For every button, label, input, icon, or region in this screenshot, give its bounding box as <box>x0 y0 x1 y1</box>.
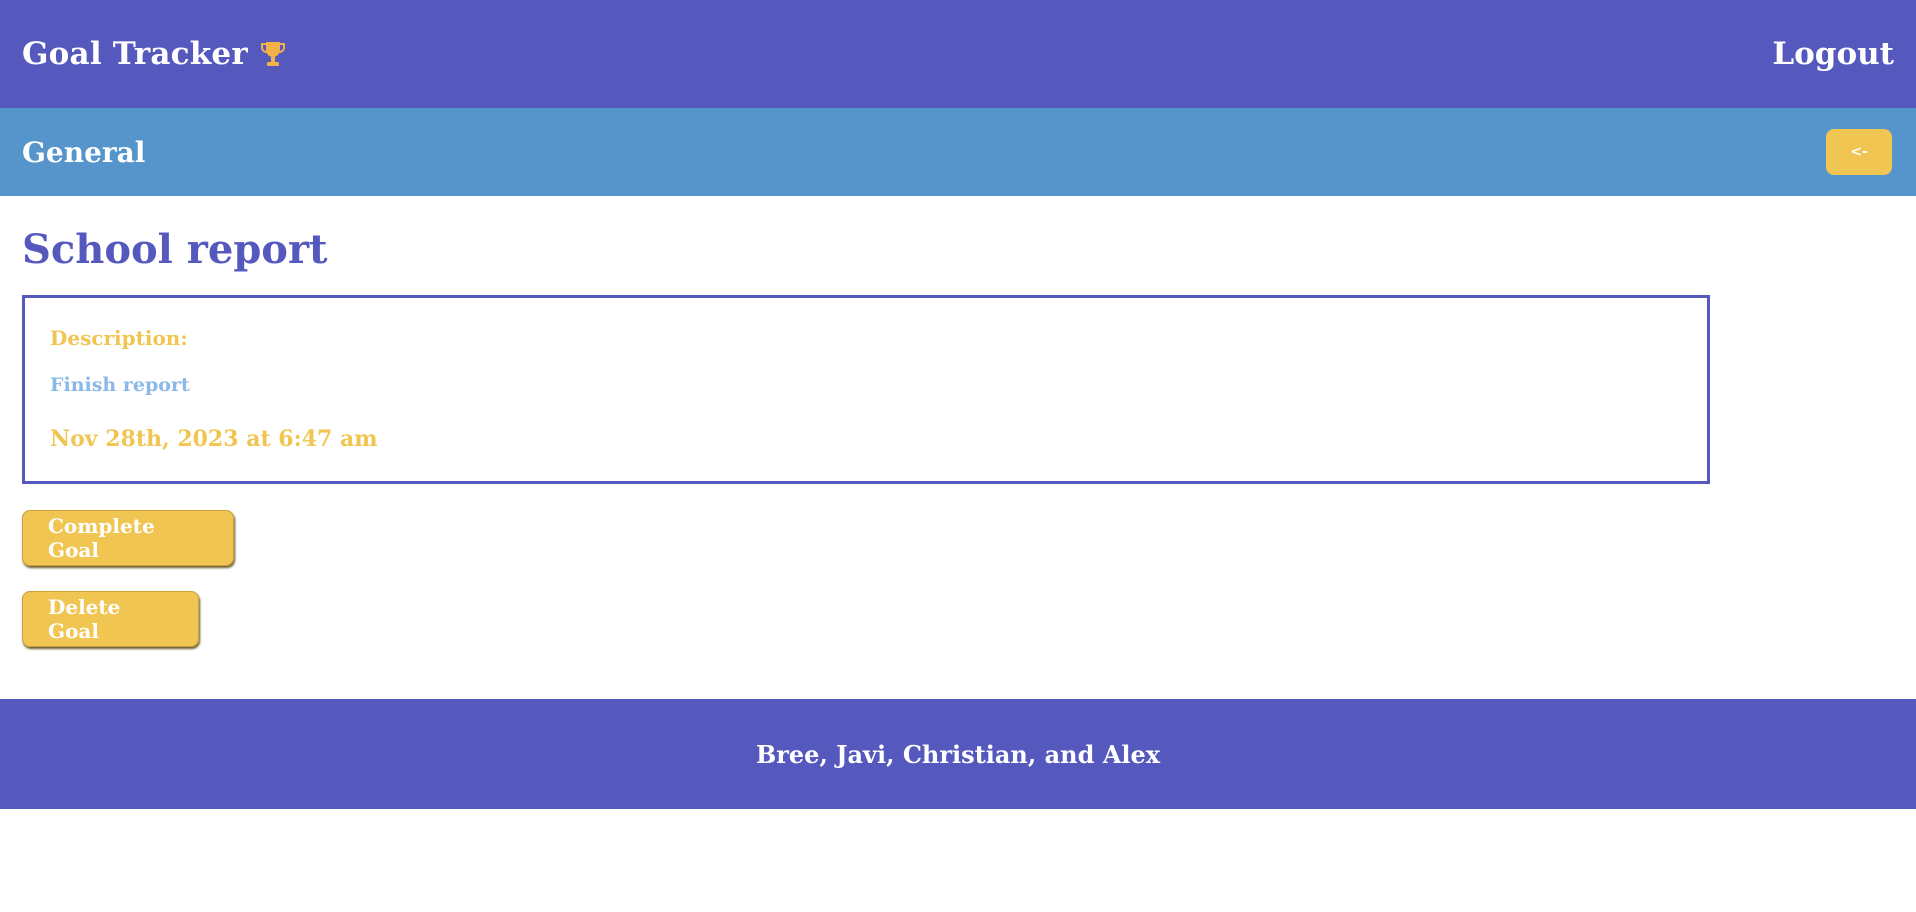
category-title: General <box>22 135 146 169</box>
goal-details-card: Description: Finish report Nov 28th, 202… <box>22 295 1710 484</box>
top-nav-bar: Goal Tracker Logout <box>0 0 1916 108</box>
footer: Bree, Javi, Christian, and Alex <box>0 699 1916 809</box>
description-text: Finish report <box>50 374 190 396</box>
complete-goal-button[interactable]: Complete Goal <box>22 510 234 566</box>
goal-date: Nov 28th, 2023 at 6:47 am <box>50 426 378 452</box>
back-button[interactable]: <- <box>1826 129 1892 175</box>
brand: Goal Tracker <box>22 36 286 72</box>
footer-credits: Bree, Javi, Christian, and Alex <box>755 739 1161 769</box>
category-bar: General <- <box>0 108 1916 196</box>
delete-goal-button[interactable]: Delete Goal <box>22 591 199 647</box>
trophy-icon <box>260 42 285 66</box>
goal-title: School report <box>22 226 328 273</box>
description-label: Description: <box>50 326 188 350</box>
logout-link[interactable]: Logout <box>1772 36 1894 72</box>
app-title: Goal Tracker <box>22 36 248 72</box>
